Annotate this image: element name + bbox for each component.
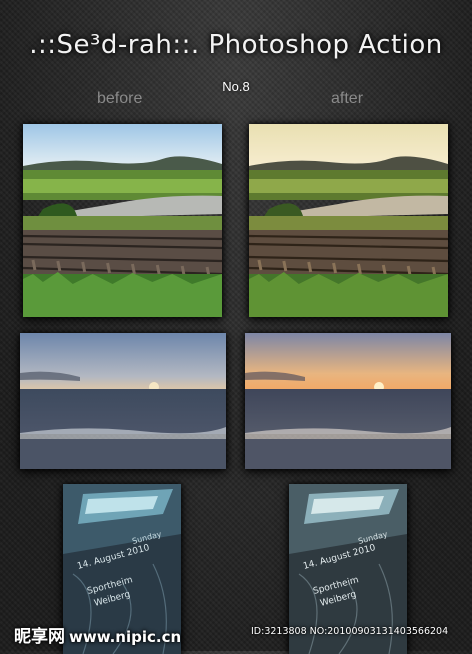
before-label: before xyxy=(97,90,143,107)
beach-photo-after xyxy=(245,333,451,469)
page-title: .::Se³d-rah::. Photoshop Action xyxy=(29,30,443,60)
railway-photo-after xyxy=(249,124,448,317)
watermark-site-name: 昵享网 xyxy=(14,627,65,647)
after-label: after xyxy=(331,90,364,107)
railway-photo-before xyxy=(23,124,222,317)
watermark-url: www.nipic.cn xyxy=(69,628,182,646)
beach-photo-before xyxy=(20,333,226,469)
action-number: No.8 xyxy=(222,79,250,94)
site-watermark: 昵享网 www.nipic.cn xyxy=(14,622,181,647)
image-id-line: ID:3213808 NO:20100903131403566204 xyxy=(251,626,449,637)
